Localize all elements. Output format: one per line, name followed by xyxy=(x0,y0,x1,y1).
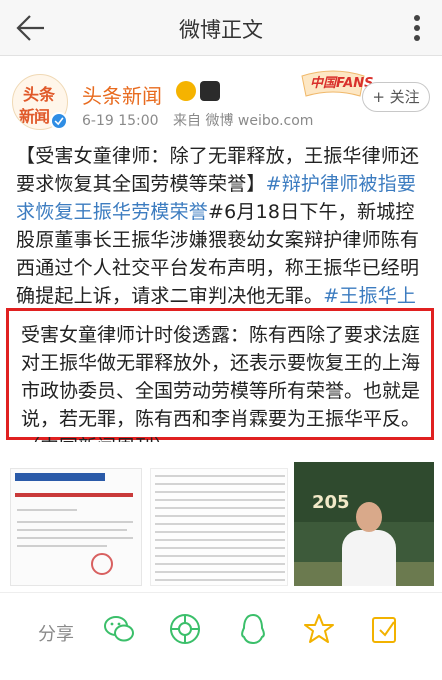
crown-icon xyxy=(176,81,196,101)
graduation-cap-icon xyxy=(200,81,220,101)
person-photo[interactable]: 205 xyxy=(294,462,434,586)
follow-button[interactable]: + 关注 xyxy=(362,82,430,112)
document-line xyxy=(17,521,133,523)
document-line xyxy=(17,509,77,511)
highlighted-quote: 受害女童律师计时俊透露：陈有西除了要求法庭对王振华做无罪释放外，还表示要恢复王的… xyxy=(6,308,434,458)
post-meta: 6-19 15:00 来自 微博 weibo.com xyxy=(82,110,323,130)
wechat-icon[interactable] xyxy=(102,612,136,646)
text-line xyxy=(155,539,285,541)
text-line xyxy=(155,483,285,485)
text-line xyxy=(155,523,285,525)
person-head xyxy=(356,502,382,532)
share-label: 分享 xyxy=(38,624,74,645)
favorite-star-icon[interactable] xyxy=(302,612,336,646)
document-line xyxy=(17,537,133,539)
share-out-icon[interactable] xyxy=(368,612,402,646)
post-source: 来自 微博 weibo.com xyxy=(173,113,314,129)
more-icon[interactable] xyxy=(402,8,432,48)
text-line xyxy=(155,547,285,549)
author-name[interactable]: 头条新闻 xyxy=(82,80,162,109)
avatar-line1: 头条 xyxy=(23,85,56,104)
moments-icon[interactable] xyxy=(168,612,202,646)
document-image[interactable] xyxy=(10,468,142,586)
text-line xyxy=(155,475,285,477)
text-line xyxy=(155,507,285,509)
avatar-line2: 新闻 xyxy=(19,107,50,126)
text-line xyxy=(155,571,285,573)
text-line xyxy=(155,491,285,493)
qq-icon[interactable] xyxy=(236,612,270,646)
board-number: 205 xyxy=(312,492,350,513)
document-line xyxy=(17,545,107,547)
verified-icon xyxy=(50,112,68,130)
document-line xyxy=(17,529,127,531)
document-header-bar xyxy=(15,473,105,481)
text-line xyxy=(155,499,285,501)
text-line xyxy=(155,531,285,533)
text-line xyxy=(155,563,285,565)
text-line xyxy=(155,555,285,557)
seal-stamp xyxy=(91,553,113,575)
text-line xyxy=(155,579,285,581)
text-line xyxy=(155,515,285,517)
page-title: 微博正文 xyxy=(179,18,263,42)
post-date: 6-19 15:00 xyxy=(82,113,159,129)
statement-image[interactable] xyxy=(150,468,288,586)
author-badges xyxy=(176,81,220,101)
person-body xyxy=(342,530,396,586)
document-title-line xyxy=(15,493,133,497)
